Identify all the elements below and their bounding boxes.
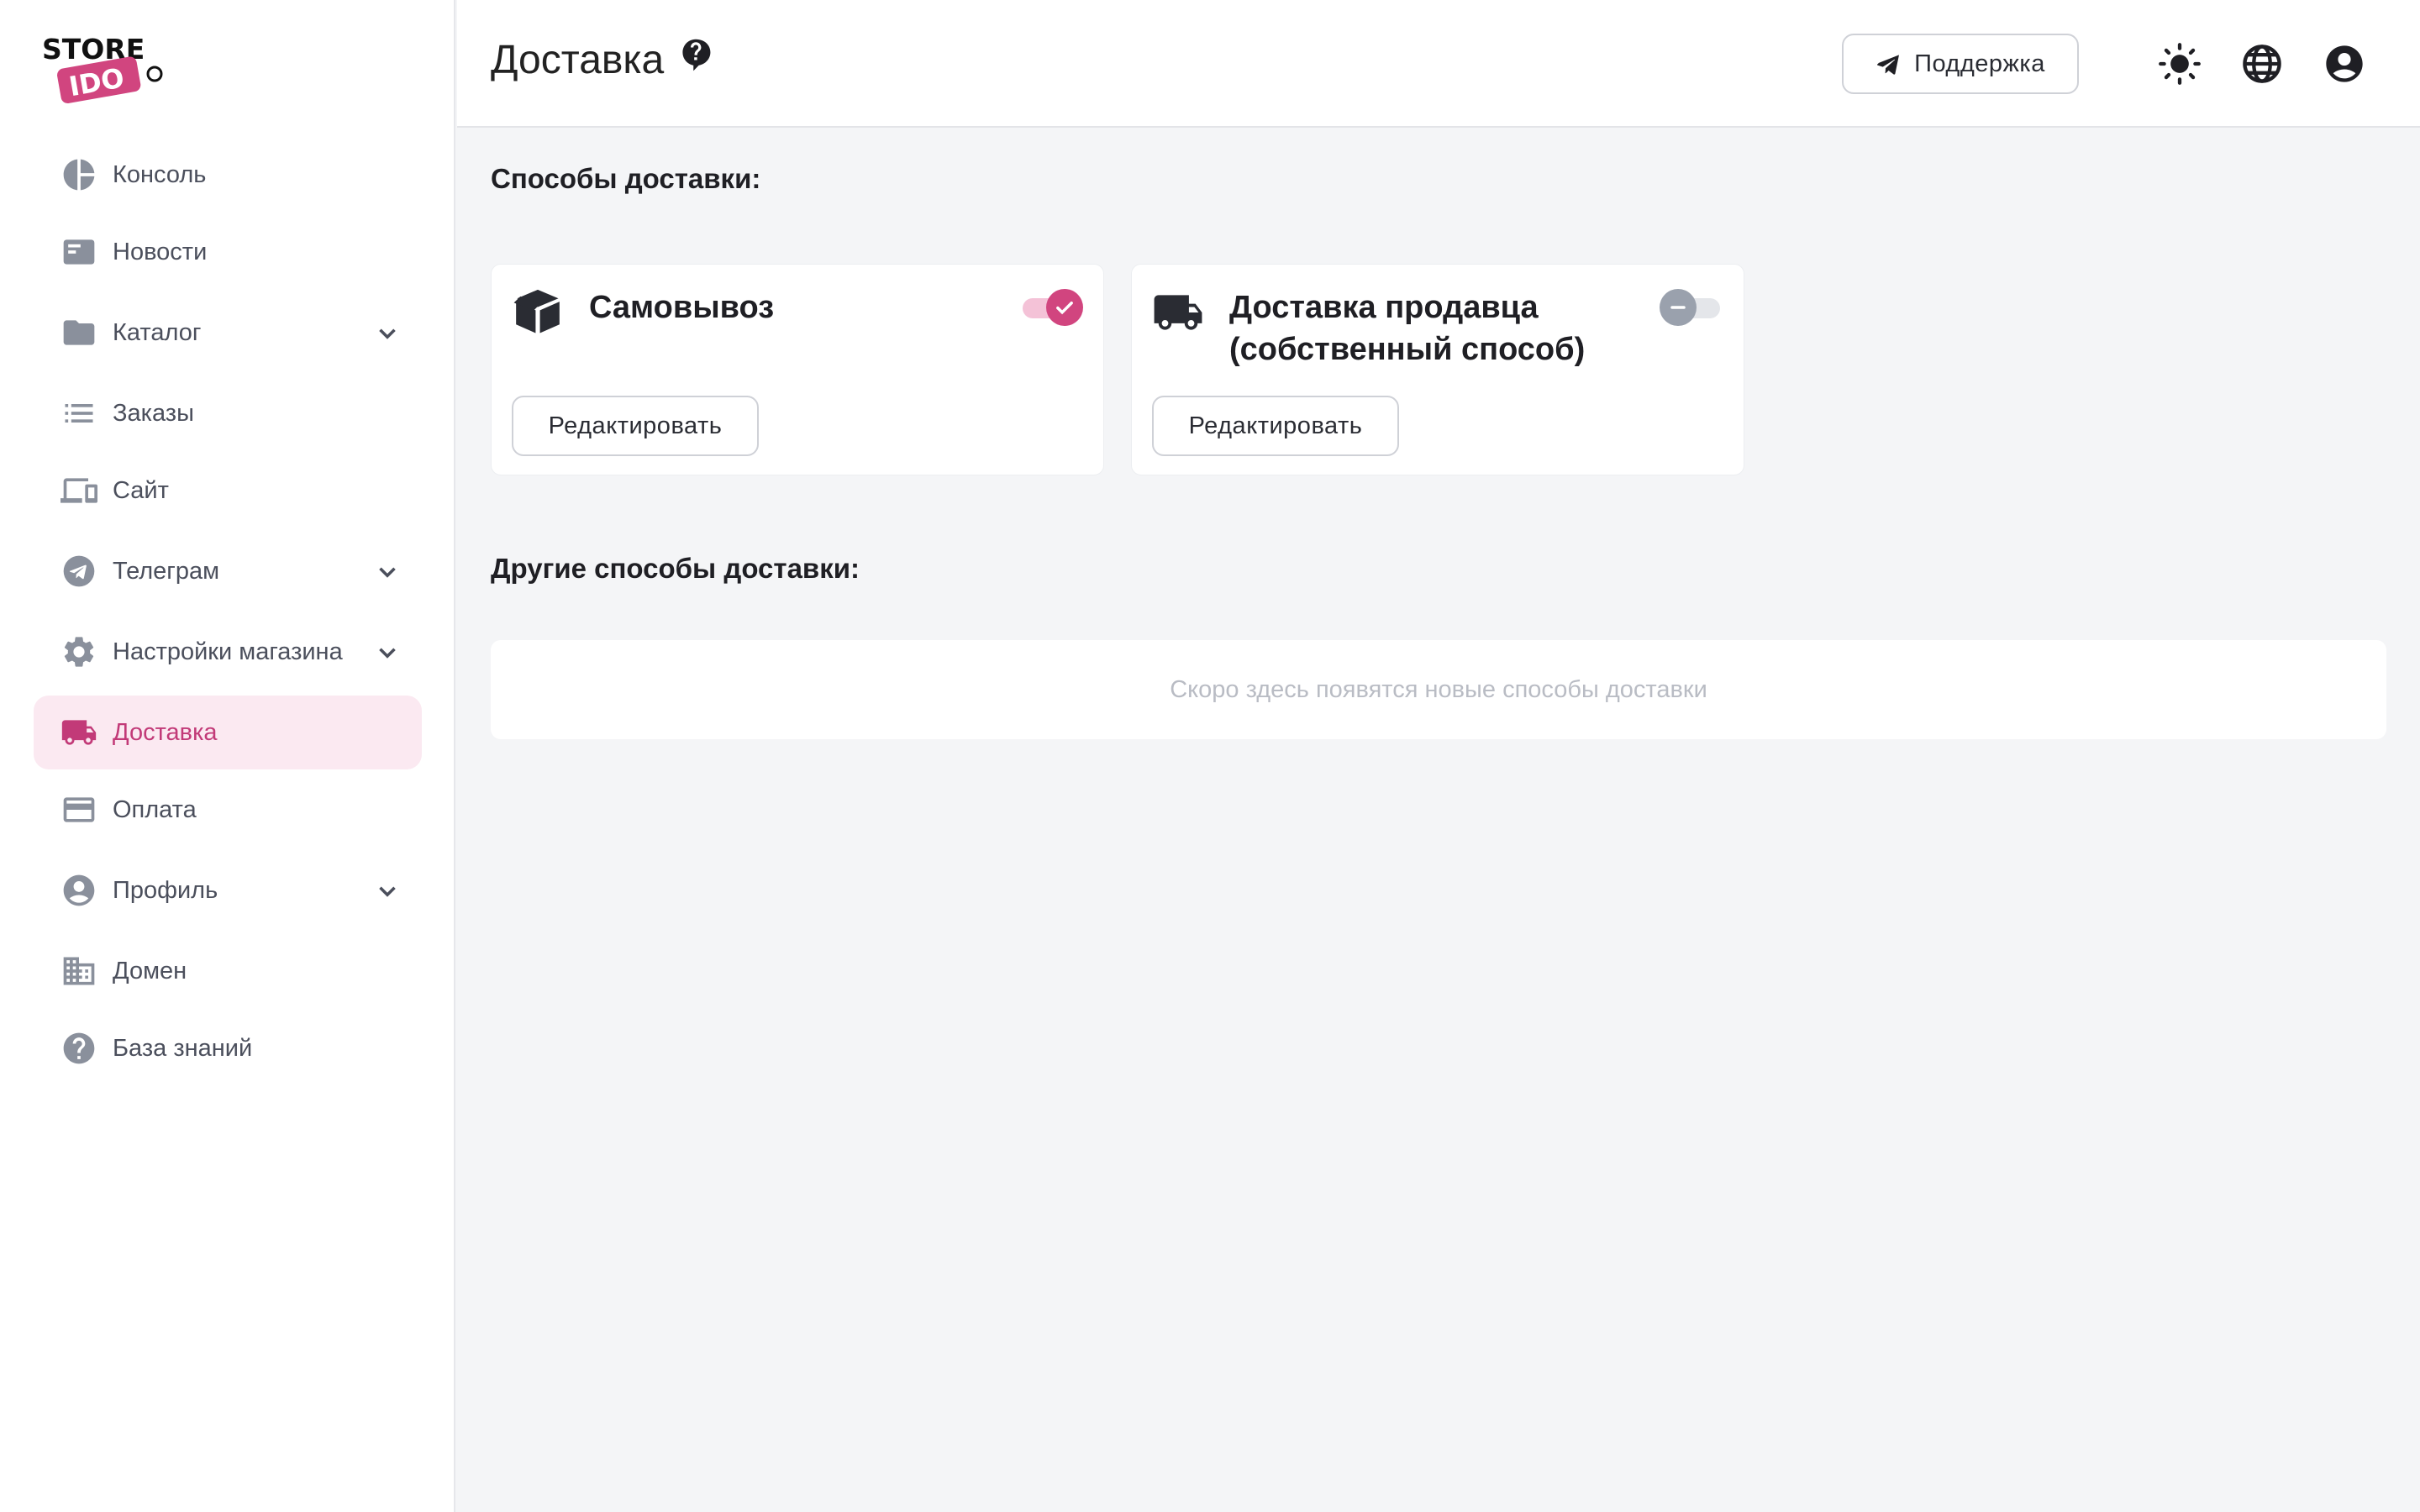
list-icon [60, 395, 97, 432]
delivery-method-title: Самовывоз [589, 290, 775, 325]
sidebar-item-label: Оплата [113, 795, 197, 823]
devices-icon [60, 472, 97, 509]
chart-pie-icon [60, 156, 97, 193]
telegram-icon [60, 553, 97, 590]
chevron-down-icon [379, 328, 396, 339]
globe-icon[interactable] [2240, 42, 2284, 86]
truck-icon [1154, 295, 1202, 330]
sidebar-item-label: Заказы [113, 399, 194, 427]
sidebar-item-label: Консоль [113, 160, 207, 188]
newspaper-icon [60, 234, 97, 270]
sidebar-item-label: База знаний [113, 1034, 253, 1062]
sidebar-item-knowledge-base[interactable]: База знаний [34, 1011, 422, 1085]
edit-button[interactable]: Редактировать [1152, 396, 1399, 456]
sidebar-item-label: Профиль [113, 876, 218, 904]
support-button[interactable]: Поддержка [1842, 34, 2079, 94]
gear-icon [60, 633, 97, 670]
sidebar-item-label: Каталог [113, 318, 202, 346]
seller-delivery-toggle[interactable] [1660, 286, 1723, 328]
box-icon [513, 289, 560, 333]
pickup-toggle[interactable] [1019, 286, 1083, 328]
sidebar-item-telegram[interactable]: Телеграм [34, 534, 422, 608]
edit-button[interactable]: Редактировать [512, 396, 759, 456]
sidebar-item-label: Телеграм [113, 557, 220, 585]
chevron-down-icon [379, 886, 396, 897]
sidebar-item-domain[interactable]: Домен [34, 934, 422, 1008]
sidebar-item-console[interactable]: Консоль [34, 138, 422, 212]
check-icon [1056, 302, 1073, 315]
account-icon[interactable] [2323, 42, 2366, 86]
sidebar-item-payment[interactable]: Оплата [34, 773, 422, 847]
chevron-down-icon [379, 648, 396, 659]
other-methods-empty-state: Скоро здесь появятся новые способы доста… [491, 640, 2386, 739]
support-button-label: Поддержка [1914, 50, 2045, 77]
sidebar-item-catalog[interactable]: Каталог [34, 296, 422, 370]
sidebar-item-label: Домен [113, 957, 187, 984]
sidebar-item-site[interactable]: Сайт [34, 454, 422, 528]
store-ido-logo[interactable]: STORE IDO [40, 30, 171, 104]
truck-icon [60, 714, 97, 751]
page-title: Доставка [491, 38, 665, 82]
other-delivery-methods-heading: Другие способы доставки: [491, 553, 860, 584]
sidebar-item-label: Сайт [113, 476, 169, 504]
delivery-method-card-seller: Доставка продавца (собственный способ) Р… [1131, 264, 1744, 475]
question-circle-icon [60, 1030, 97, 1067]
delivery-method-card-pickup: Самовывоз Редактировать [491, 264, 1104, 475]
top-header: Доставка Поддержка [457, 0, 2420, 128]
folder-icon [60, 314, 97, 351]
sidebar-item-label: Новости [113, 238, 208, 265]
delivery-methods-heading: Способы доставки: [491, 163, 761, 194]
sun-icon[interactable] [2158, 42, 2202, 86]
sidebar-nav: Консоль Новости Каталог Заказы Сайт Теле… [34, 134, 422, 1085]
credit-card-icon [60, 791, 97, 828]
sidebar-item-profile[interactable]: Профиль [34, 853, 422, 927]
sidebar: STORE IDO Консоль Новости Каталог Заказы… [0, 0, 455, 1512]
minus-icon [1670, 306, 1686, 309]
sidebar-item-delivery[interactable]: Доставка [34, 696, 422, 769]
send-icon [1877, 55, 1900, 75]
sidebar-item-label: Настройки магазина [113, 638, 343, 665]
sidebar-item-label: Доставка [113, 718, 218, 746]
help-icon[interactable] [677, 37, 714, 74]
sidebar-item-news[interactable]: Новости [34, 215, 422, 289]
user-circle-icon [60, 872, 97, 909]
delivery-method-title: Доставка продавца (собственный способ) [1229, 290, 1586, 367]
building-icon [60, 953, 97, 990]
sidebar-item-orders[interactable]: Заказы [34, 376, 422, 450]
chevron-down-icon [379, 567, 396, 578]
sidebar-item-store-settings[interactable]: Настройки магазина [34, 615, 422, 689]
